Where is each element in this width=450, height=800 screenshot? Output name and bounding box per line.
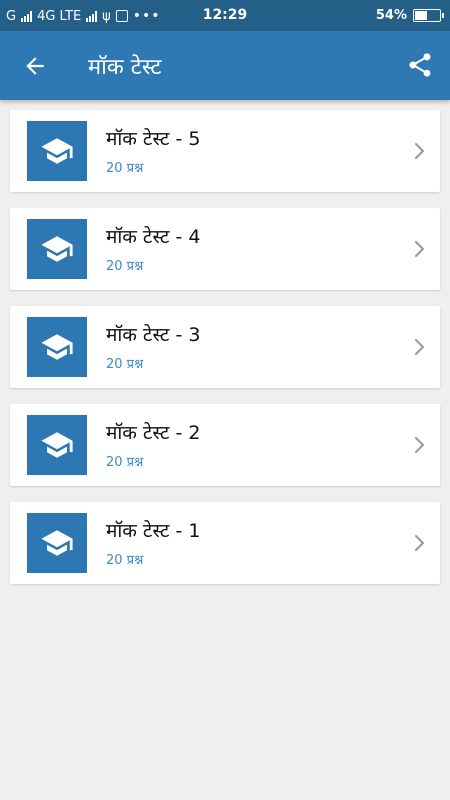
question-count: 20 प्रश्न [106, 455, 144, 470]
status-right: 54% [375, 8, 444, 23]
question-count: 20 प्रश्न [106, 553, 144, 568]
graduation-cap-icon [27, 513, 87, 573]
chevron-right-icon [414, 436, 425, 454]
graduation-cap-icon [27, 317, 87, 377]
chevron-right-icon [414, 338, 425, 356]
chevron-right-icon [414, 534, 425, 552]
status-bar: G 4G LTE ψ ••• 12:29 54% [0, 0, 450, 31]
battery-percent: 54% [375, 8, 407, 23]
mock-test-title: मॉक टेस्ट - 3 [106, 324, 201, 346]
question-count: 20 प्रश्न [106, 259, 144, 274]
mock-test-card[interactable]: मॉक टेस्ट - 2 20 प्रश्न [10, 404, 440, 486]
mock-test-list: मॉक टेस्ट - 5 20 प्रश्न मॉक टेस्ट - 4 20 प्… [10, 110, 440, 600]
page-title: मॉक टेस्ट [88, 55, 162, 80]
graduation-cap-icon [27, 219, 87, 279]
battery-fill [415, 11, 427, 20]
mock-test-card[interactable]: मॉक टेस्ट - 3 20 प्रश्न [10, 306, 440, 388]
mock-test-title: मॉक टेस्ट - 2 [106, 422, 201, 444]
graduation-cap-icon [27, 121, 87, 181]
chevron-right-icon [414, 142, 425, 160]
chevron-right-icon [414, 240, 425, 258]
mock-test-title: मॉक टेस्ट - 1 [106, 520, 201, 542]
arrow-left-icon[interactable] [22, 53, 48, 79]
question-count: 20 प्रश्न [106, 357, 144, 372]
mock-test-card[interactable]: मॉक टेस्ट - 1 20 प्रश्न [10, 502, 440, 584]
graduation-cap-icon [27, 415, 87, 475]
mock-test-title: मॉक टेस्ट - 5 [106, 128, 201, 150]
share-icon[interactable] [406, 51, 434, 79]
mock-test-card[interactable]: मॉक टेस्ट - 4 20 प्रश्न [10, 208, 440, 290]
mock-test-title: मॉक टेस्ट - 4 [106, 226, 201, 248]
battery-icon [413, 9, 444, 22]
question-count: 20 प्रश्न [106, 161, 144, 176]
mock-test-card[interactable]: मॉक टेस्ट - 5 20 प्रश्न [10, 110, 440, 192]
app-bar: मॉक टेस्ट [0, 31, 450, 100]
